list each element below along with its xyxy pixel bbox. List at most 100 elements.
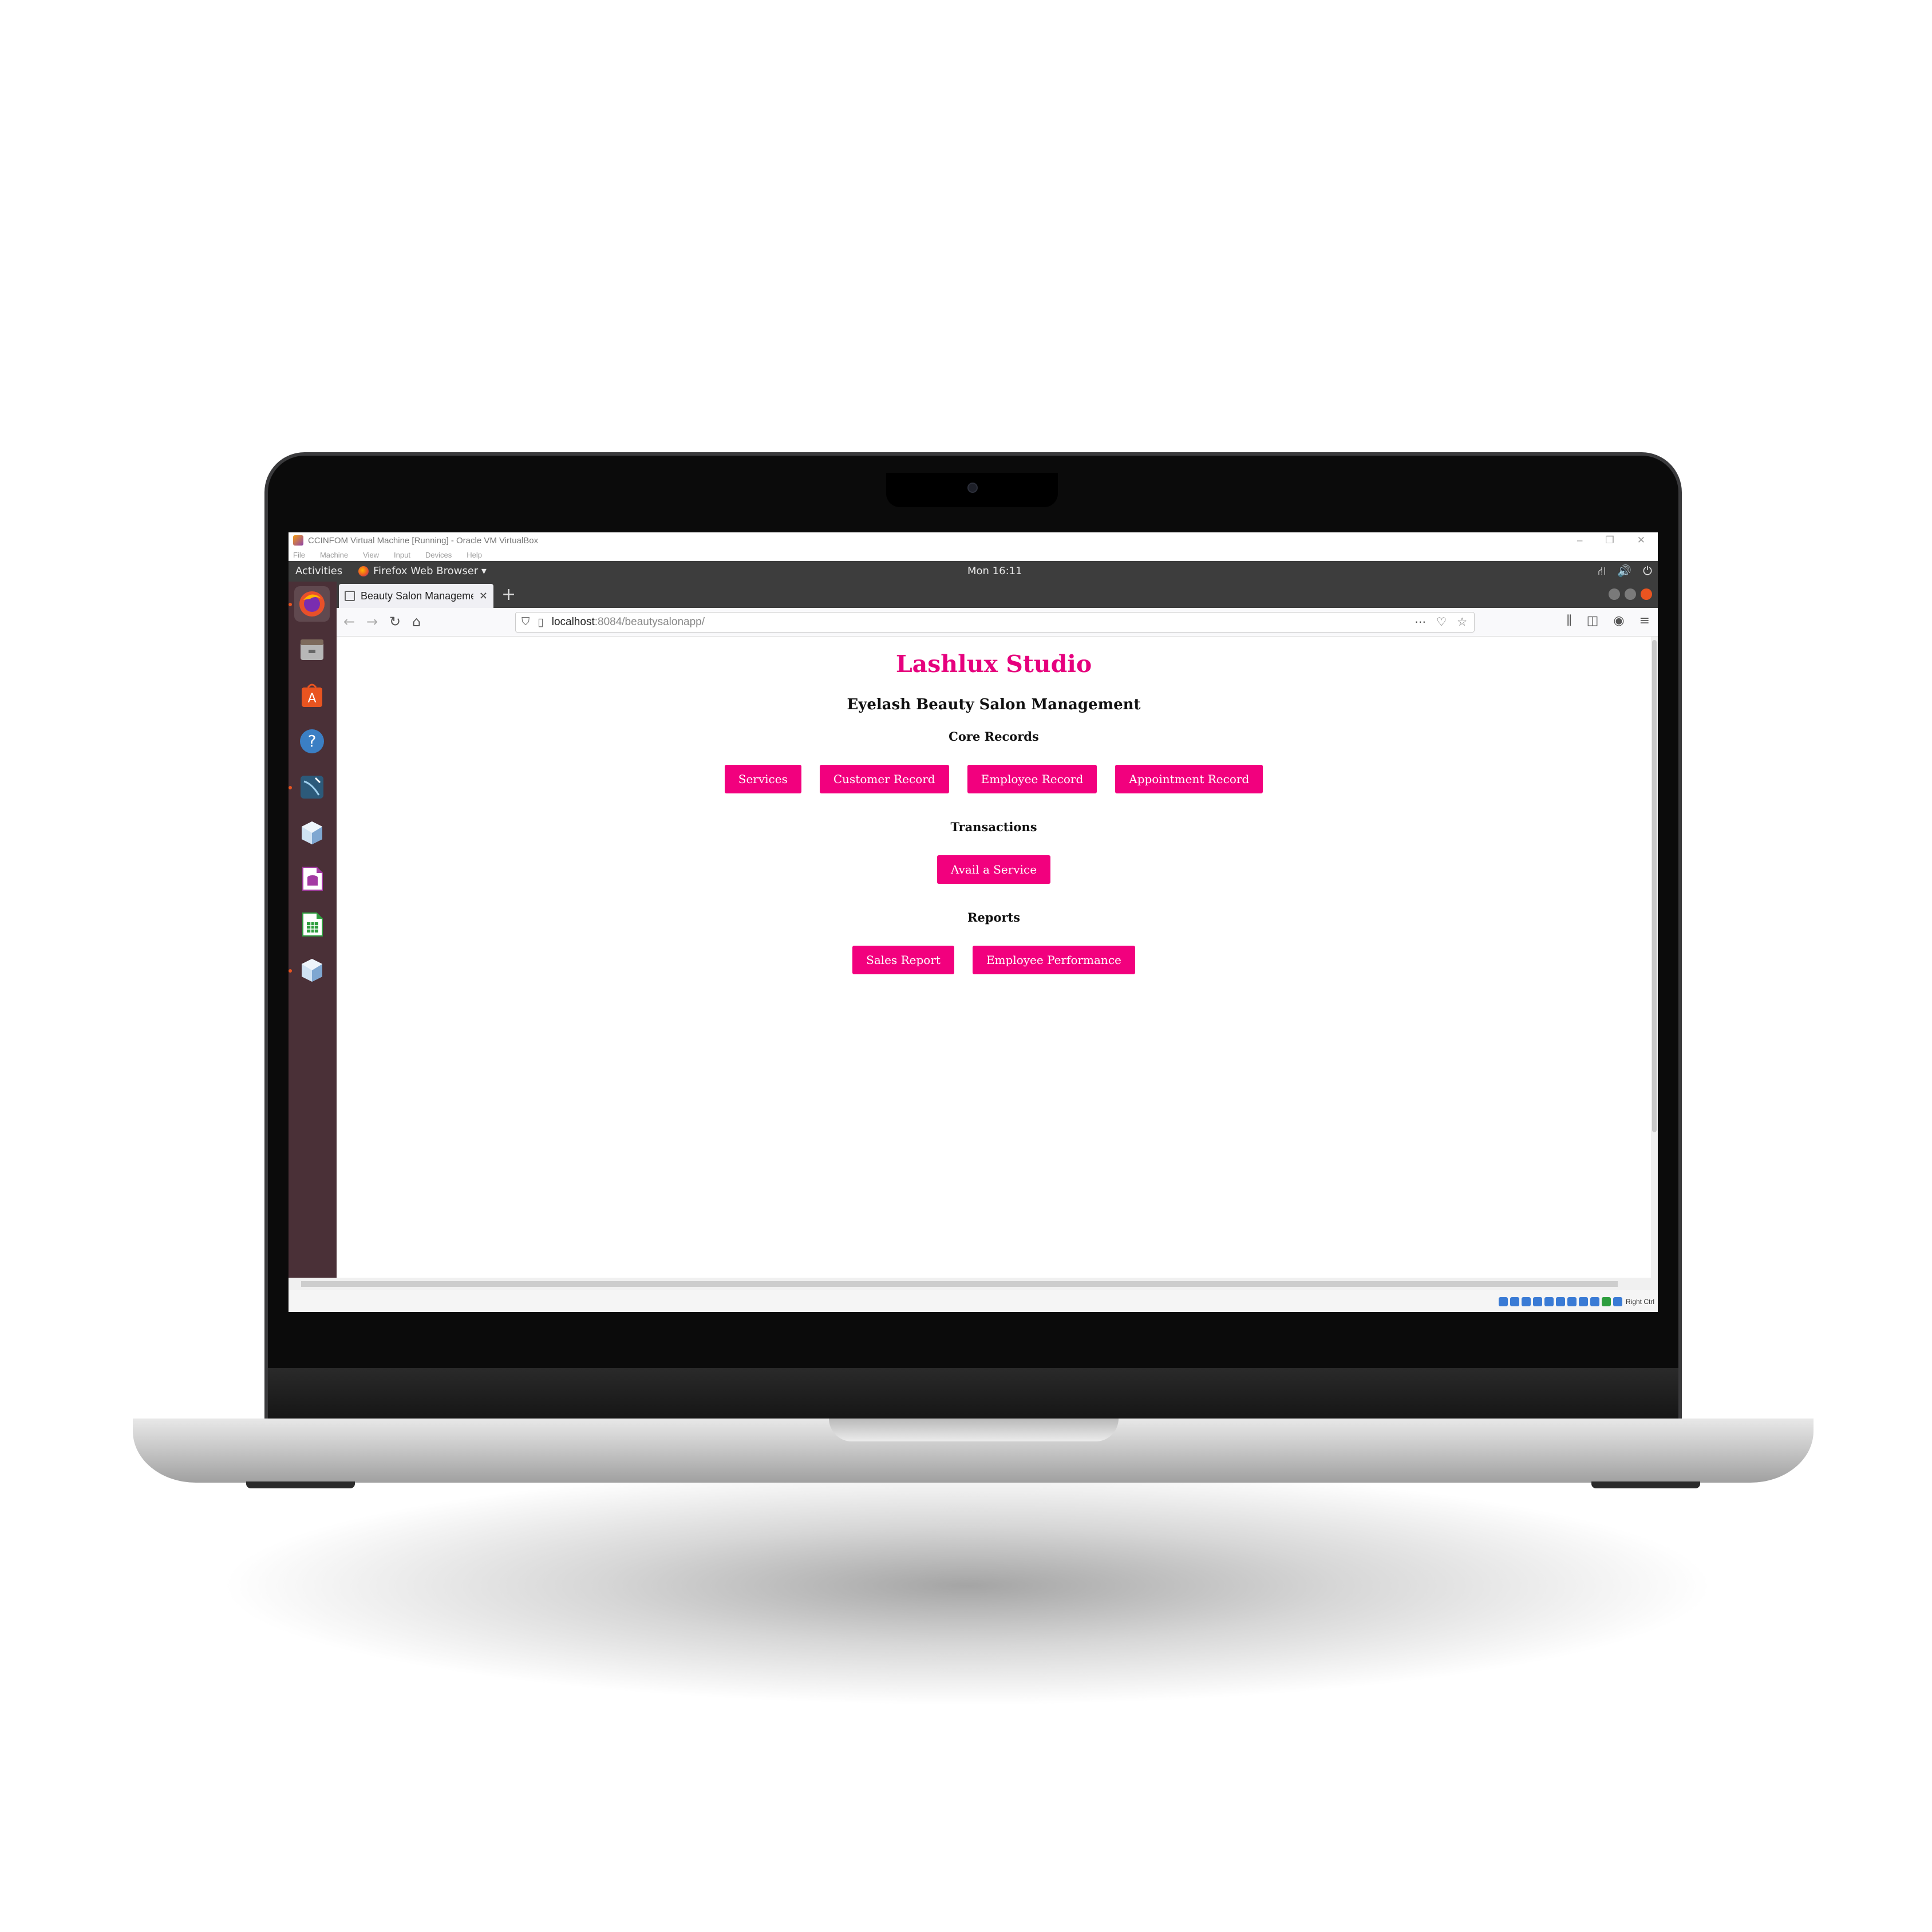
status-icons: Right Ctrl: [1498, 1297, 1654, 1306]
virtualbox-statusbar: Right Ctrl: [289, 1290, 1658, 1312]
tab-close-icon[interactable]: ✕: [479, 590, 488, 602]
volume-icon: 🔊: [1617, 564, 1632, 578]
keyboard-status-icon[interactable]: [1613, 1297, 1622, 1306]
menu-input[interactable]: Input: [394, 551, 410, 559]
firefox-tabbar: Beauty Salon Manageme ✕ +: [337, 582, 1658, 608]
menu-view[interactable]: View: [363, 551, 379, 559]
firefox-icon: [358, 566, 369, 576]
employee-record-button[interactable]: Employee Record: [967, 765, 1097, 793]
laptop-foot-left: [246, 1481, 355, 1488]
screen-bottom-bezel: [268, 1368, 1678, 1420]
clock[interactable]: Mon 16:11: [967, 565, 1022, 577]
menu-devices[interactable]: Devices: [425, 551, 452, 559]
dock-software-icon[interactable]: A: [294, 678, 330, 713]
library-icon[interactable]: ⫼: [1566, 614, 1571, 628]
bookmark-star-icon[interactable]: ☆: [1457, 615, 1467, 629]
dock-libreoffice-calc-icon[interactable]: [294, 907, 330, 942]
optical-status-icon[interactable]: [1510, 1297, 1519, 1306]
back-icon[interactable]: ←: [343, 614, 355, 630]
dock-firefox-icon[interactable]: [294, 586, 330, 622]
close-icon[interactable]: ✕: [1637, 535, 1645, 546]
appointment-record-button[interactable]: Appointment Record: [1115, 765, 1263, 793]
app-menu[interactable]: Firefox Web Browser ▾: [358, 565, 487, 577]
web-page: Lashlux Studio Eyelash Beauty Salon Mana…: [337, 637, 1651, 1278]
firefox-minimize-icon[interactable]: [1609, 588, 1620, 600]
new-tab-icon[interactable]: +: [501, 585, 516, 605]
shield-icon[interactable]: ⛉: [521, 616, 530, 629]
vertical-scrollbar[interactable]: [1651, 637, 1658, 1278]
sales-report-button[interactable]: Sales Report: [852, 946, 954, 974]
site-title: Lashlux Studio: [895, 650, 1092, 678]
url-actions: ⋯ ♡ ☆: [1415, 615, 1467, 629]
url-bar[interactable]: ⛉ ▯ localhost :8084/beautysalonapp/ ⋯ ♡ …: [515, 612, 1475, 633]
account-icon[interactable]: ◉: [1613, 614, 1624, 628]
heading-core-records: Core Records: [949, 729, 1039, 744]
restore-icon[interactable]: ❐: [1606, 535, 1614, 546]
host-key-label: Right Ctrl: [1625, 1298, 1654, 1306]
firefox-toolbar: ⫼ ◫ ◉ ≡: [1566, 614, 1650, 628]
horizontal-scroll-thumb[interactable]: [301, 1281, 1618, 1287]
tab-title: Beauty Salon Manageme: [361, 590, 473, 602]
hamburger-menu-icon[interactable]: ≡: [1639, 614, 1650, 628]
page-actions-icon[interactable]: ⋯: [1415, 615, 1426, 629]
audio-status-icon[interactable]: [1521, 1297, 1531, 1306]
activities-button[interactable]: Activities: [295, 565, 342, 577]
reload-icon[interactable]: ↻: [389, 614, 401, 630]
core-records-buttons: Services Customer Record Employee Record…: [337, 765, 1651, 793]
transactions-buttons: Avail a Service: [337, 855, 1651, 884]
pocket-icon[interactable]: ♡: [1436, 615, 1447, 629]
network-status-icon[interactable]: [1532, 1297, 1542, 1306]
ubuntu-dock: A ?: [289, 582, 337, 1278]
page-favicon-icon: [345, 591, 355, 601]
dock-virtualbox-2-icon[interactable]: [294, 953, 330, 988]
tab-beauty-salon[interactable]: Beauty Salon Manageme ✕: [339, 584, 493, 608]
virtualbox-logo-icon: [293, 535, 303, 546]
dock-mysql-workbench-icon[interactable]: [294, 769, 330, 805]
usb-status-icon[interactable]: [1544, 1297, 1554, 1306]
vertical-scroll-thumb[interactable]: [1652, 640, 1657, 1132]
reports-buttons: Sales Report Employee Performance: [337, 946, 1651, 974]
display-status-icon[interactable]: [1567, 1297, 1577, 1306]
network-icon: ⛙: [1598, 564, 1606, 578]
virtualbox-titlebar: CCINFOM Virtual Machine [Running] - Orac…: [289, 532, 1658, 548]
firefox-window-controls: [1609, 588, 1652, 600]
page-icon: ▯: [538, 616, 544, 629]
hdd-status-icon[interactable]: [1498, 1297, 1508, 1306]
firefox-maximize-icon[interactable]: [1625, 588, 1636, 600]
dock-files-icon[interactable]: [294, 632, 330, 667]
heading-transactions: Transactions: [950, 820, 1037, 834]
vtx-status-icon[interactable]: [1601, 1297, 1611, 1306]
customer-record-button[interactable]: Customer Record: [819, 765, 949, 793]
heading-reports: Reports: [967, 910, 1021, 924]
menu-help[interactable]: Help: [467, 551, 482, 559]
system-tray[interactable]: ⛙ 🔊 ⏻: [1598, 564, 1652, 579]
horizontal-scrollbar[interactable]: [289, 1278, 1658, 1290]
dock-help-icon[interactable]: ?: [294, 724, 330, 759]
dock-virtualbox-icon[interactable]: [294, 815, 330, 851]
dock-libreoffice-base-icon[interactable]: [294, 861, 330, 896]
forward-icon[interactable]: →: [366, 614, 378, 630]
site-subtitle: Eyelash Beauty Salon Management: [847, 696, 1141, 713]
laptop-opening-notch: [829, 1419, 1119, 1441]
virtualbox-window-title: CCINFOM Virtual Machine [Running] - Orac…: [308, 535, 539, 546]
employee-performance-button[interactable]: Employee Performance: [972, 946, 1135, 974]
recording-status-icon[interactable]: [1578, 1297, 1588, 1306]
svg-text:?: ?: [308, 732, 317, 750]
firefox-navbar: ← → ↻ ⌂ ⛉ ▯ localhost :8084/beautysalona…: [337, 608, 1658, 637]
url-host: localhost: [551, 616, 595, 628]
camera-icon: [967, 483, 978, 493]
firefox-close-icon[interactable]: [1641, 588, 1652, 600]
power-icon: ⏻: [1643, 564, 1652, 578]
laptop-screen: CCINFOM Virtual Machine [Running] - Orac…: [289, 532, 1658, 1312]
avail-service-button[interactable]: Avail a Service: [937, 855, 1051, 884]
laptop-foot-right: [1591, 1481, 1700, 1488]
menu-file[interactable]: File: [293, 551, 305, 559]
mouse-status-icon[interactable]: [1590, 1297, 1599, 1306]
app-menu-label: Firefox Web Browser ▾: [373, 565, 487, 577]
sidebar-icon[interactable]: ◫: [1587, 614, 1599, 628]
home-icon[interactable]: ⌂: [412, 614, 421, 630]
minimize-icon[interactable]: –: [1577, 535, 1582, 546]
services-button[interactable]: Services: [724, 765, 801, 793]
menu-machine[interactable]: Machine: [320, 551, 348, 559]
shared-folder-status-icon[interactable]: [1555, 1297, 1565, 1306]
